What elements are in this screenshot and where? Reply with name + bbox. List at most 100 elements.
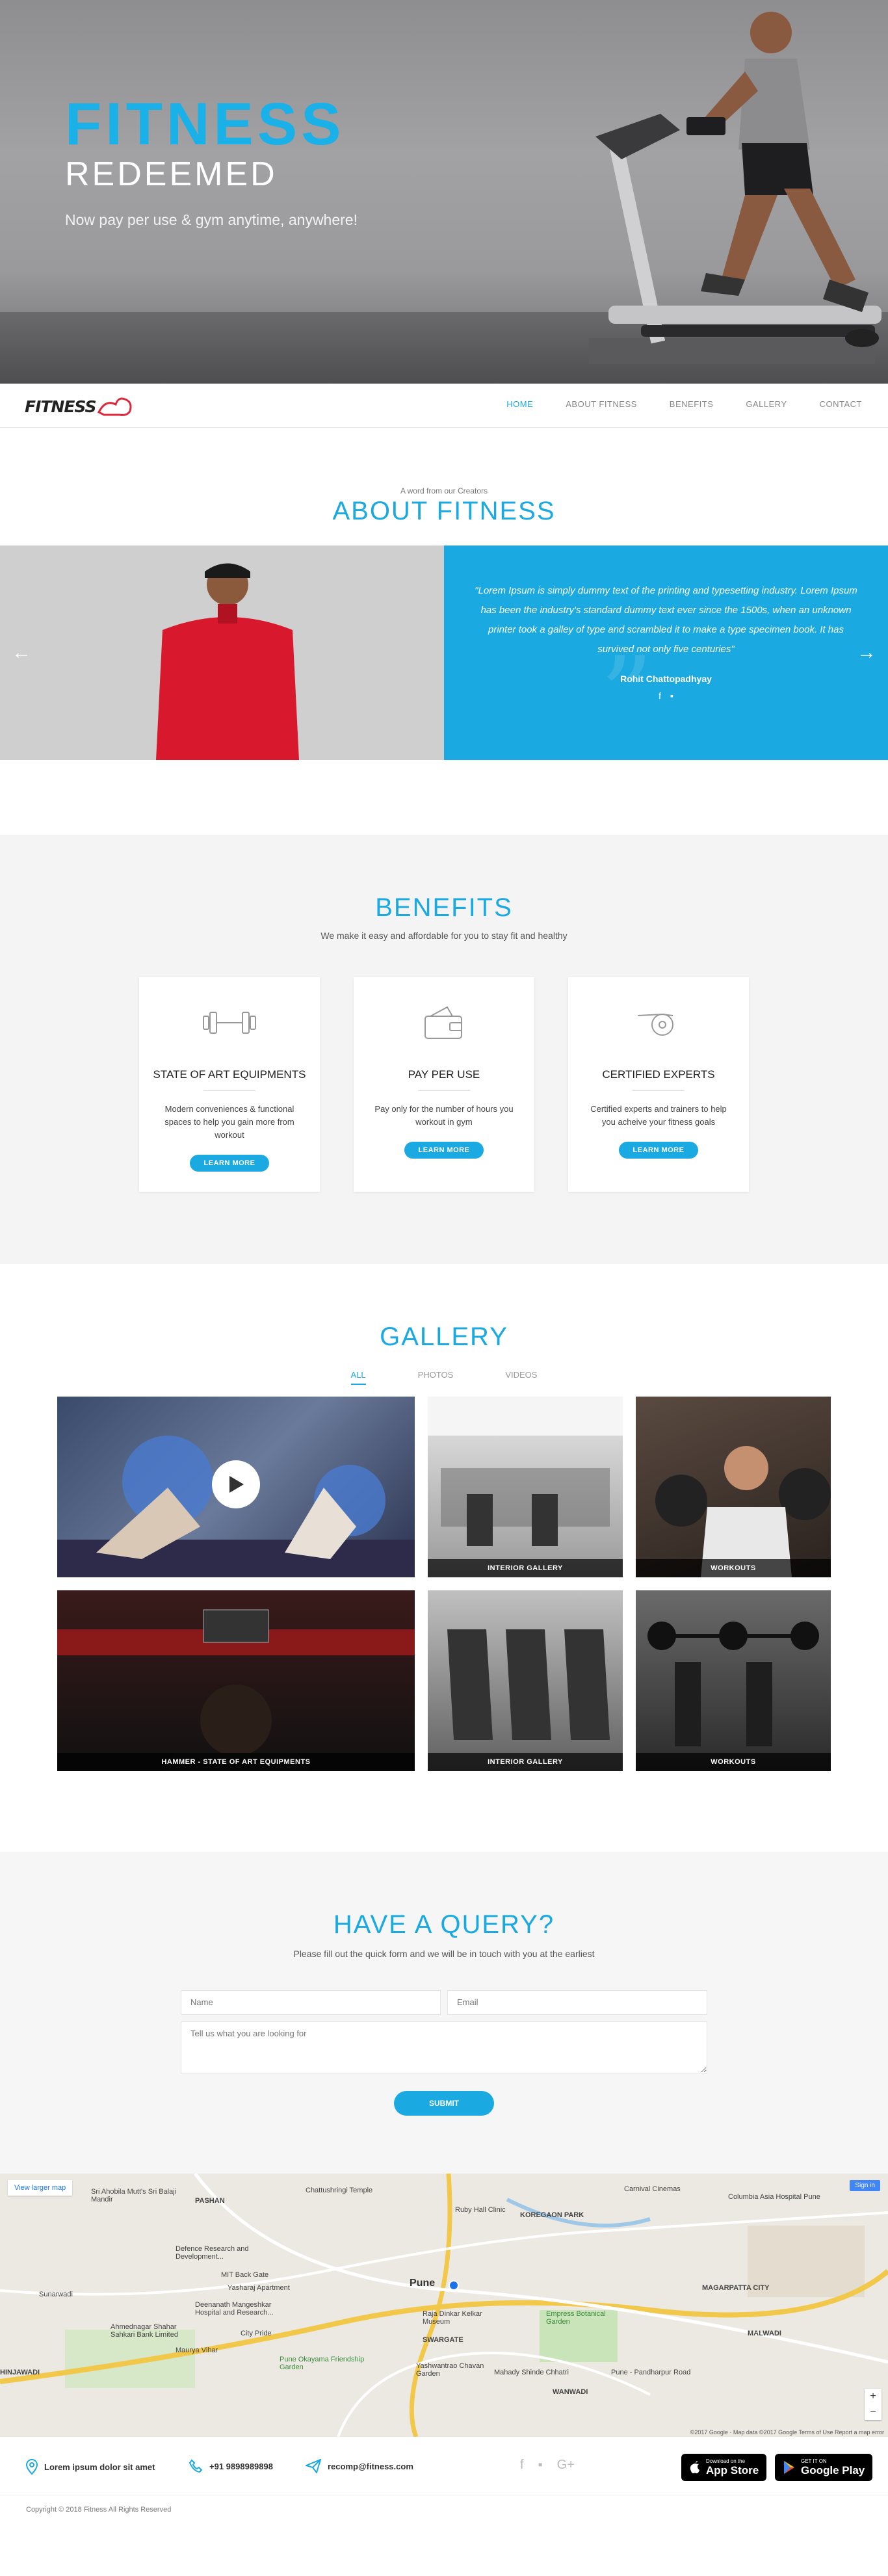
- map-label: Deenanath Mangeshkar Hospital and Resear…: [195, 2301, 274, 2317]
- benefits-section: BENEFITS We make it easy and affordable …: [0, 835, 888, 1264]
- nav-menu: HOME ABOUT FITNESS BENEFITS GALLERY CONT…: [474, 399, 862, 409]
- message-field[interactable]: [181, 2021, 707, 2073]
- facebook-icon[interactable]: f: [520, 2458, 524, 2473]
- whistle-icon: [637, 1013, 673, 1036]
- map-label: SWARGATE: [423, 2336, 464, 2344]
- arrow-right-icon[interactable]: →: [857, 642, 876, 664]
- location-map[interactable]: View larger map Sign in Chattushringi Te…: [0, 2174, 888, 2437]
- nav-item-home[interactable]: HOME: [506, 399, 533, 409]
- arrow-left-icon[interactable]: ←: [12, 642, 31, 664]
- creator-photo: ←: [0, 545, 444, 760]
- map-sign-in-button[interactable]: Sign in: [850, 2180, 880, 2191]
- google-play-top: GET IT ON: [801, 2458, 827, 2464]
- map-label: PASHAN: [195, 2197, 225, 2205]
- app-store-button[interactable]: Download on the App Store: [681, 2454, 767, 2481]
- footer-phone[interactable]: +91 9898989898: [189, 2459, 273, 2473]
- about-section: A word from our Creators ABOUT FITNESS ←…: [0, 428, 888, 760]
- map-attribution: ©2017 Google · Map data ©2017 Google Ter…: [690, 2429, 884, 2436]
- quote-mark-icon: ”: [600, 634, 653, 756]
- learn-more-button[interactable]: LEARN MORE: [404, 1142, 484, 1159]
- learn-more-button[interactable]: LEARN MORE: [618, 1142, 699, 1159]
- submit-button[interactable]: SUBMIT: [394, 2091, 494, 2116]
- treadmill-runner-image: [589, 12, 881, 364]
- testimonial-slider: ← ” "Lorem Ipsum is simply dummy text of…: [0, 545, 888, 760]
- hero-title: FITNESS: [65, 91, 345, 157]
- logo-text: FITNESS: [25, 397, 97, 416]
- phone-icon: [189, 2459, 203, 2473]
- query-intro: Please fill out the quick form and we wi…: [293, 1949, 595, 1959]
- name-field[interactable]: [181, 1990, 441, 2015]
- tile-caption: WORKOUTS: [636, 1753, 831, 1771]
- hero-tagline: Now pay per use & gym anytime, anywhere!: [65, 211, 358, 228]
- flexed-arm-icon: [97, 397, 132, 416]
- copyright-text: Copyright © 2018 Fitness All Rights Rese…: [26, 2506, 172, 2514]
- gallery-video-tile[interactable]: [57, 1397, 415, 1577]
- benefit-text: Pay only for the number of hours you wor…: [374, 1104, 514, 1127]
- dumbbell-workout-image: [655, 1446, 831, 1577]
- map-label: City Pride: [241, 2330, 272, 2337]
- tile-caption: HAMMER - STATE OF ART EQUIPMENTS: [57, 1753, 415, 1771]
- hero-banner: FITNESS REDEEMED Now pay per use & gym a…: [0, 0, 888, 384]
- benefit-title: STATE OF ART EQUIPMENTS: [153, 1068, 306, 1081]
- map-label: MIT Back Gate: [221, 2271, 269, 2279]
- address-text: Lorem ipsum dolor sit amet: [44, 2462, 155, 2472]
- footer-email[interactable]: recomp@fitness.com: [306, 2459, 413, 2473]
- gallery-photo-tile[interactable]: INTERIOR GALLERY: [428, 1590, 623, 1771]
- benefit-card-experts: CERTIFIED EXPERTS Certified experts and …: [568, 977, 749, 1192]
- gallery-photo-tile[interactable]: WORKOUTS: [636, 1590, 831, 1771]
- nav-item-about[interactable]: ABOUT FITNESS: [566, 399, 637, 409]
- query-section: HAVE A QUERY? Please fill out the quick …: [0, 1852, 888, 2174]
- tile-caption: INTERIOR GALLERY: [428, 1559, 623, 1577]
- tab-photos[interactable]: PHOTOS: [418, 1370, 454, 1385]
- site-footer: Lorem ipsum dolor sit amet +91 989898989…: [0, 2437, 888, 2495]
- map-roads: [0, 2174, 888, 2437]
- benefit-card-equipment: STATE OF ART EQUIPMENTS Modern convenien…: [139, 977, 320, 1192]
- app-store-label: App Store: [706, 2464, 759, 2477]
- map-label: MAGARPATTA CITY: [702, 2284, 770, 2292]
- twitter-icon[interactable]: ▪: [670, 690, 673, 701]
- map-label: Ruby Hall Clinic: [455, 2206, 506, 2214]
- map-label: Columbia Asia Hospital Pune: [728, 2193, 820, 2201]
- tab-all[interactable]: ALL: [350, 1370, 366, 1385]
- learn-more-button[interactable]: LEARN MORE: [189, 1155, 270, 1172]
- gallery-photo-tile[interactable]: INTERIOR GALLERY: [428, 1397, 623, 1577]
- play-icon[interactable]: [212, 1460, 260, 1508]
- google-plus-icon[interactable]: G+: [557, 2458, 575, 2473]
- gallery-photo-tile[interactable]: HAMMER - STATE OF ART EQUIPMENTS: [57, 1590, 415, 1771]
- footer-social: f ▪ G+: [520, 2458, 575, 2473]
- map-label: Pune: [410, 2278, 436, 2289]
- testimonial-quote: "Lorem Ipsum is simply dummy text of the…: [475, 585, 857, 655]
- benefit-title: CERTIFIED EXPERTS: [602, 1068, 715, 1081]
- brand-logo[interactable]: FITNESS: [25, 395, 135, 417]
- nav-item-benefits[interactable]: BENEFITS: [670, 399, 714, 409]
- benefit-text: Certified experts and trainers to help y…: [590, 1104, 727, 1127]
- nav-item-gallery[interactable]: GALLERY: [746, 399, 787, 409]
- nav-item-contact[interactable]: CONTACT: [820, 399, 862, 409]
- view-larger-map-link[interactable]: View larger map: [8, 2180, 73, 2196]
- google-play-button[interactable]: GET IT ON Google Play: [775, 2454, 873, 2481]
- divider: [633, 1090, 685, 1091]
- benefit-card-pay: PAY PER USE Pay only for the number of h…: [354, 977, 534, 1192]
- google-play-label: Google Play: [801, 2464, 865, 2477]
- map-label: MALWADI: [748, 2330, 781, 2337]
- map-label: Chattushringi Temple: [306, 2187, 373, 2194]
- group-barbell-image: [647, 1622, 819, 1746]
- divider: [418, 1090, 470, 1091]
- map-label: Yasharaj Apartment: [228, 2284, 290, 2292]
- about-kicker: A word from our Creators: [400, 486, 488, 495]
- facebook-icon[interactable]: f: [659, 690, 661, 701]
- hammer-strength-image: [57, 1609, 415, 1771]
- email-field[interactable]: [447, 1990, 707, 2015]
- dumbbell-icon: [203, 1012, 256, 1034]
- map-label: Raja Dinkar Kelkar Museum: [423, 2310, 482, 2326]
- phone-text: +91 9898989898: [209, 2461, 273, 2471]
- map-label: Mahady Shinde Chhatri: [494, 2369, 569, 2376]
- gallery-tabs: ALL PHOTOS VIDEOS: [0, 1370, 888, 1385]
- twitter-icon[interactable]: ▪: [538, 2458, 543, 2473]
- testimonial-content: ” "Lorem Ipsum is simply dummy text of t…: [444, 545, 888, 760]
- map-zoom-control[interactable]: + −: [865, 2389, 881, 2420]
- wallet-icon: [424, 1006, 462, 1039]
- gallery-photo-tile[interactable]: WORKOUTS: [636, 1397, 831, 1577]
- tab-videos[interactable]: VIDEOS: [505, 1370, 537, 1385]
- tile-caption: INTERIOR GALLERY: [428, 1753, 623, 1771]
